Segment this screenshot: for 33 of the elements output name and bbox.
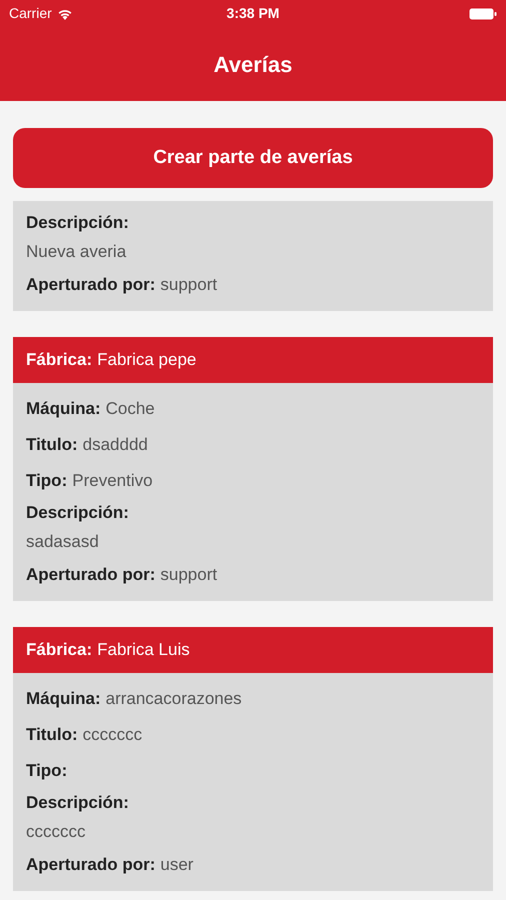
- field-label: Máquina:: [26, 398, 101, 420]
- field-label: Máquina:: [26, 688, 101, 710]
- field-label: Aperturado por:: [26, 274, 156, 296]
- header-label: Fábrica:: [26, 639, 92, 662]
- field-value: Preventivo: [72, 470, 153, 492]
- header-value: Fabrica Luis: [97, 639, 190, 662]
- field-value: ccccccc: [82, 724, 142, 746]
- create-report-button[interactable]: Crear parte de averías: [13, 128, 493, 188]
- field-value: support: [160, 274, 218, 296]
- header-label: Fábrica:: [26, 349, 92, 372]
- status-time: 3:38 PM: [226, 4, 280, 23]
- field-value: sadasasd: [26, 531, 99, 554]
- field-label: Tipo:: [26, 470, 68, 492]
- field-value: user: [160, 854, 194, 876]
- field-label: Aperturado por:: [26, 854, 156, 876]
- header-value: Fabrica pepe: [97, 349, 196, 372]
- carrier-label: Carrier: [9, 4, 52, 23]
- field-label: Tipo:: [26, 760, 68, 782]
- field-label: Descripción:: [26, 212, 129, 234]
- field-value: Coche: [106, 398, 155, 420]
- battery-icon: [468, 8, 497, 20]
- field-label: Descripción:: [26, 502, 129, 524]
- page-title: Averías: [214, 50, 292, 78]
- field-value: arrancacorazones: [106, 688, 242, 710]
- field-value: dsadddd: [82, 434, 148, 456]
- field-label: Titulo:: [26, 724, 78, 746]
- field-label: Aperturado por:: [26, 564, 156, 586]
- field-label: Descripción:: [26, 792, 129, 814]
- wifi-icon: [56, 8, 73, 20]
- field-label: Titulo:: [26, 434, 78, 456]
- field-value: ccccccc: [26, 821, 86, 844]
- field-value: support: [160, 564, 218, 586]
- field-value: Nueva averia: [26, 241, 126, 264]
